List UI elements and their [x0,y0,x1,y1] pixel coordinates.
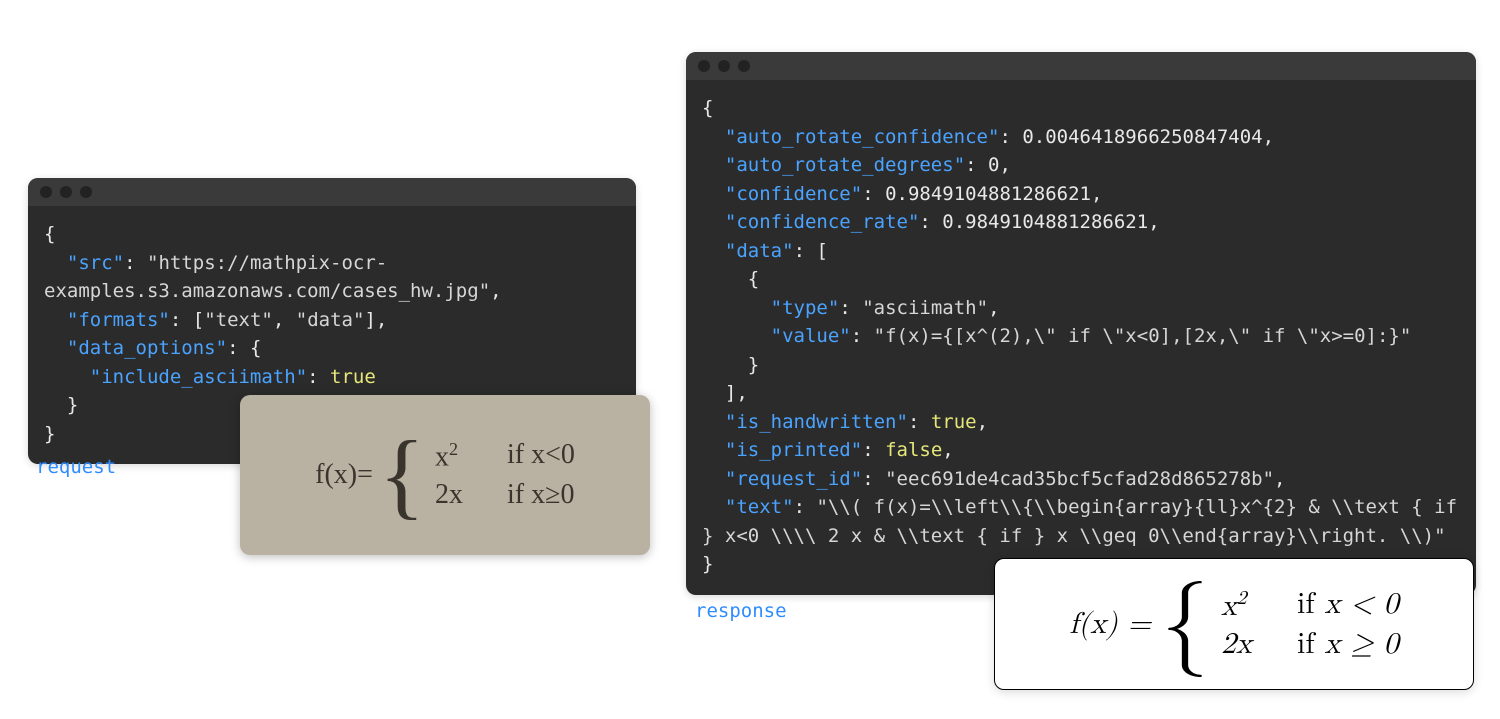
rm-row1-expr: x [1221,591,1237,621]
hw-row2-expr: 2x [435,479,483,511]
json-key: value [782,325,839,347]
json-key: auto_rotate_degrees [736,154,953,176]
hw-lhs: f(x)= [315,459,373,491]
rm-row2-if: if [1297,629,1324,659]
json-key: auto_rotate_confidence [736,126,988,148]
window-titlebar [686,52,1476,80]
rm-row1-if: if [1297,589,1324,619]
handwritten-math-image: f(x)= { x2 if x<0 2x if x≥0 [240,395,650,555]
json-key: is_handwritten [736,411,896,433]
json-value: false [885,439,942,461]
window-dot-icon [738,60,750,72]
json-value: 0.9849104881286621 [885,183,1091,205]
json-value: 0 [988,154,999,176]
response-code-window: { "auto_rotate_confidence": 0.0046418966… [686,52,1476,595]
rm-row1-cond: x < 0 [1325,589,1399,619]
json-value: text [216,309,262,331]
json-value: 0.0046418966250847404 [1022,126,1262,148]
brace-icon: { [1161,588,1209,660]
json-key: type [782,297,828,319]
json-key: data [736,240,782,262]
rm-row2-cond: x ≥ 0 [1325,629,1399,659]
json-key: src [78,252,112,274]
json-value: true [931,411,977,433]
json-key: formats [78,309,158,331]
request-caption: request [36,456,116,478]
rm-f: f [1069,609,1078,639]
window-dot-icon [698,60,710,72]
json-key: is_printed [736,439,850,461]
json-value: true [330,366,376,388]
rm-paren: (x) = [1079,609,1151,639]
window-dot-icon [80,186,92,198]
rm-row1-sup: 2 [1237,588,1247,608]
json-key: request_id [736,468,850,490]
response-json-code: { "auto_rotate_confidence": 0.0046418966… [686,80,1476,595]
rendered-math-panel: f(x) = { x2 if x < 0 2x if x ≥ 0 [994,558,1474,690]
json-key: text [736,496,782,518]
json-key: confidence_rate [736,211,908,233]
response-caption: response [695,600,787,622]
json-key: data_options [78,337,215,359]
json-value: eec691de4cad35bcf5cfad28d865278b [897,468,1263,490]
hw-row1-expr: x [435,441,449,472]
brace-icon: { [379,437,425,514]
json-key: confidence [736,183,850,205]
rm-row2-expr: 2x [1221,626,1269,662]
window-dot-icon [718,60,730,72]
window-dot-icon [40,186,52,198]
hw-row2-cond: if x≥0 [507,479,574,511]
hw-row1-sup: 2 [449,439,458,459]
window-dot-icon [60,186,72,198]
json-value: 0.9849104881286621 [942,211,1148,233]
json-value: asciimath [874,297,977,319]
hw-row1-cond: if x<0 [507,439,575,473]
json-value: \\( f(x)=\\left\\{\\begin{array}{ll}x^{2… [702,496,1469,547]
json-value: data [307,309,353,331]
json-value: f(x)={[x^(2),\" if \"x<0],[2x,\" if \"x>… [885,325,1400,347]
json-key: include_asciimath [101,366,295,388]
window-titlebar [28,178,636,206]
